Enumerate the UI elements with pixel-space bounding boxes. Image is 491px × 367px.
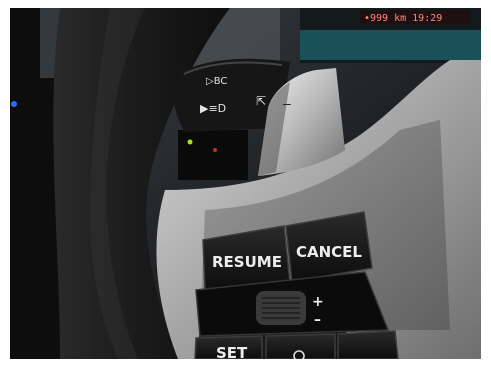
stalk-bc-label: ▷BC [206, 76, 227, 87]
speed-plus[interactable]: + [312, 294, 324, 310]
stalk-light-label: ▶≡D [200, 102, 226, 115]
paddle-mark: – [283, 95, 291, 111]
column-shadow [178, 130, 248, 180]
distance-button[interactable] [265, 333, 336, 362]
photo-frame: •999 km 19:29 ▷BC ▶≡D ⇱ – RESUME CANCEL [0, 0, 491, 367]
scene: •999 km 19:29 ▷BC ▶≡D ⇱ – RESUME CANCEL [0, 0, 491, 367]
extra-button[interactable] [337, 330, 399, 360]
ambient-teal-light [300, 30, 481, 60]
dashboard-readout-text: •999 km 19:29 [364, 13, 442, 24]
resume-label: RESUME [212, 253, 282, 271]
blue-led [11, 101, 17, 107]
dashboard-readout: •999 km 19:29 [360, 10, 470, 24]
cancel-label: CANCEL [296, 243, 362, 261]
green-led [187, 139, 193, 145]
stalk-wiper-icon: ⇱ [256, 94, 266, 108]
speed-minus[interactable]: – [314, 312, 321, 328]
set-button[interactable]: SET [194, 335, 263, 362]
red-led [213, 148, 217, 152]
